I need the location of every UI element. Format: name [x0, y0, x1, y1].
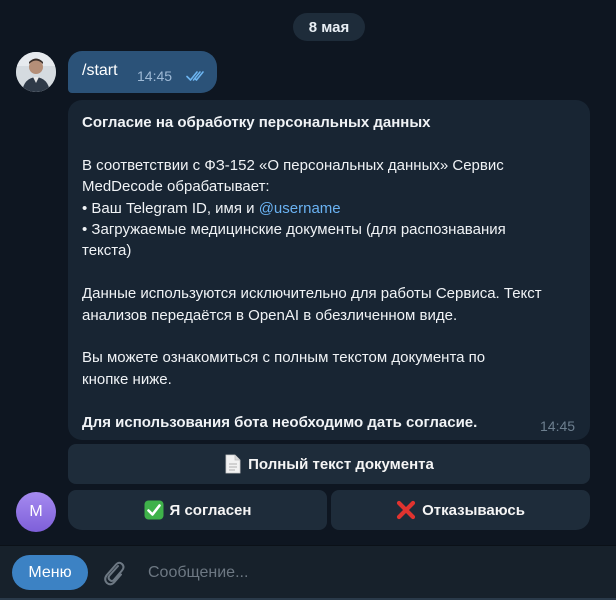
outgoing-message-text: /start [82, 62, 118, 79]
check-mark-button-icon [144, 500, 164, 520]
page-facing-up-icon [224, 454, 242, 474]
message-line: кнопке ниже. [82, 370, 172, 388]
date-separator: 8 мая [293, 13, 365, 41]
bot-avatar[interactable]: М [16, 492, 56, 532]
bullet-text: • Ваш Telegram ID, имя и [82, 199, 259, 217]
message-closing: Для использования бота необходимо дать с… [82, 413, 478, 431]
message-line: текста) [82, 242, 132, 260]
message-composer: Меню [0, 545, 616, 599]
username-link[interactable]: @username [259, 200, 341, 217]
message-line: Вы можете ознакомиться с полным текстом … [82, 349, 486, 367]
message-line: Данные используются исключительно для ра… [82, 285, 542, 303]
refuse-button[interactable]: Отказываюсь [331, 490, 590, 530]
agree-button[interactable]: Я согласен [68, 490, 327, 530]
double-check-icon [186, 69, 206, 87]
outgoing-message[interactable]: /start 14:45 [68, 51, 217, 93]
user-photo [16, 52, 56, 92]
message-line: В соответствии с ФЗ-152 «О персональных … [82, 156, 504, 174]
cross-mark-icon [396, 500, 416, 520]
full-text-document-button[interactable]: Полный текст документа [68, 444, 590, 484]
bot-message-time: 14:45 [540, 418, 576, 434]
message-line: • Загружаемые медицинские документы (для… [82, 221, 506, 239]
message-line: MedDecode обрабатывает: [82, 178, 270, 196]
bot-consent-message[interactable]: Согласие на обработку персональных данны… [68, 100, 590, 440]
agree-label: Я согласен [169, 501, 252, 519]
full-text-document-label: Полный текст документа [248, 455, 434, 473]
chat-area: 8 мая /start 14:45 Согласие на обработку… [0, 0, 616, 545]
outgoing-message-time: 14:45 [137, 68, 173, 84]
message-input[interactable] [148, 560, 588, 586]
bullet-telegram-id: • Ваш Telegram ID, имя и @username [82, 198, 577, 219]
paperclip-icon[interactable] [101, 559, 127, 592]
message-title: Согласие на обработку персональных данны… [82, 114, 431, 131]
message-line: анализов передаётся в OpenAI в обезличен… [82, 306, 458, 324]
menu-button[interactable]: Меню [12, 555, 88, 590]
user-avatar[interactable] [16, 52, 56, 92]
refuse-label: Отказываюсь [422, 501, 525, 519]
bot-message-text: Согласие на обработку персональных данны… [82, 112, 577, 433]
